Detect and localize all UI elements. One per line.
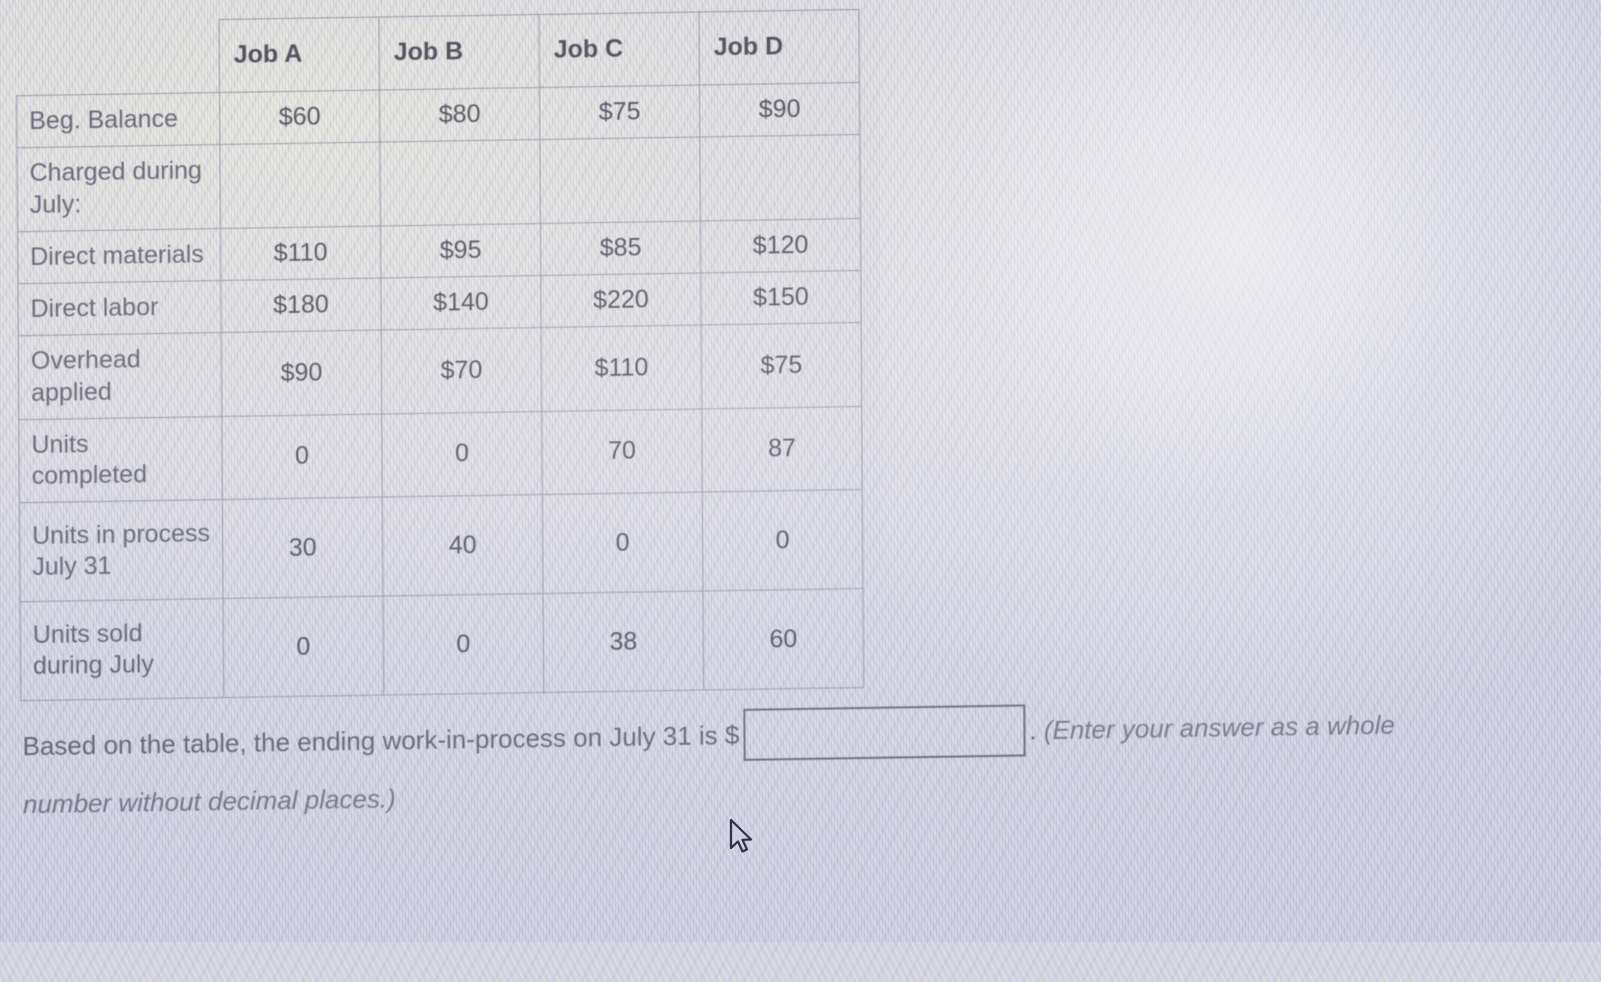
cell-beg-balance-job-b: $80 <box>379 87 540 143</box>
cell-charged-job-b <box>379 139 541 226</box>
cell-units-completed-job-c: 70 <box>541 408 703 495</box>
question-prompt-text: Based on the table, the ending work-in-p… <box>22 719 740 762</box>
table-header: Job A Job B Job C Job D <box>16 9 860 96</box>
cell-overhead-applied-job-a: $90 <box>221 330 382 417</box>
cell-direct-labor-job-d: $150 <box>700 270 862 326</box>
cell-units-in-process-job-a: 30 <box>222 497 384 599</box>
table-header-row: Job A Job B Job C Job D <box>16 9 860 96</box>
cell-units-in-process-job-d: 0 <box>702 489 863 592</box>
question-line: Based on the table, the ending work-in-p… <box>22 697 1512 772</box>
table-row: Units sold during July 0 0 38 60 <box>20 588 864 701</box>
cell-direct-materials-job-a: $110 <box>220 225 381 281</box>
answer-input[interactable] <box>743 704 1026 761</box>
table-body: Beg. Balance $60 $80 $75 $90 Charged dur… <box>16 82 864 701</box>
cell-beg-balance-job-a: $60 <box>219 90 380 145</box>
column-header-job-b: Job B <box>378 14 540 91</box>
question-hint-line-1: (Enter your answer as a whole <box>1036 709 1396 746</box>
cell-beg-balance-job-c: $75 <box>539 84 700 140</box>
column-header-job-c: Job C <box>538 11 700 88</box>
table-row: Units in process July 31 30 40 0 0 <box>19 489 863 602</box>
cell-direct-labor-job-b: $140 <box>380 275 542 331</box>
column-header-job-a: Job A <box>219 17 380 93</box>
row-label-beg-balance: Beg. Balance <box>16 92 220 148</box>
cell-direct-materials-job-c: $85 <box>540 220 701 276</box>
table-row: Overhead applied $90 $70 $110 $75 <box>18 322 862 420</box>
cell-beg-balance-job-d: $90 <box>699 82 860 138</box>
row-label-direct-labor: Direct labor <box>17 280 222 336</box>
document-content: Job A Job B Job C Job D Beg. Balance $60… <box>0 0 1601 945</box>
row-label-units-completed: Units completed <box>18 416 223 503</box>
cell-overhead-applied-job-b: $70 <box>381 327 542 414</box>
cell-direct-materials-job-d: $120 <box>700 218 861 273</box>
cell-direct-labor-job-c: $220 <box>540 272 702 328</box>
cell-units-completed-job-a: 0 <box>221 413 383 500</box>
cell-units-completed-job-d: 87 <box>701 406 863 493</box>
cell-direct-labor-job-a: $180 <box>220 278 382 333</box>
row-label-direct-materials: Direct materials <box>17 228 221 284</box>
row-label-units-sold: Units sold during July <box>20 598 224 701</box>
cell-units-sold-job-b: 0 <box>383 593 544 696</box>
cell-units-in-process-job-c: 0 <box>542 492 703 594</box>
row-label-charged-during-july: Charged during July: <box>16 144 221 232</box>
cell-units-sold-job-a: 0 <box>223 596 384 698</box>
cell-units-completed-job-b: 0 <box>381 411 543 498</box>
cell-units-sold-job-d: 60 <box>702 588 864 691</box>
cell-overhead-applied-job-c: $110 <box>541 325 702 412</box>
cell-charged-job-a <box>219 142 381 229</box>
row-label-overhead-applied: Overhead applied <box>18 332 222 420</box>
cell-units-in-process-job-b: 40 <box>382 494 544 597</box>
question-hint-line-2: number without decimal places.) <box>22 783 396 820</box>
table-row: Charged during July: <box>16 134 861 232</box>
table-row: Units completed 0 0 70 87 <box>18 406 863 503</box>
cell-charged-job-c <box>539 137 701 224</box>
cell-units-sold-job-c: 38 <box>543 591 704 693</box>
job-cost-table: Job A Job B Job C Job D Beg. Balance $60… <box>16 9 865 702</box>
cell-charged-job-d <box>699 134 861 221</box>
table-corner-cell <box>16 20 219 96</box>
cell-overhead-applied-job-d: $75 <box>701 322 862 409</box>
column-header-job-d: Job D <box>698 9 860 85</box>
row-label-units-in-process: Units in process July 31 <box>19 499 224 602</box>
cell-direct-materials-job-b: $95 <box>380 223 541 279</box>
question-block: Based on the table, the ending work-in-p… <box>22 697 1513 825</box>
